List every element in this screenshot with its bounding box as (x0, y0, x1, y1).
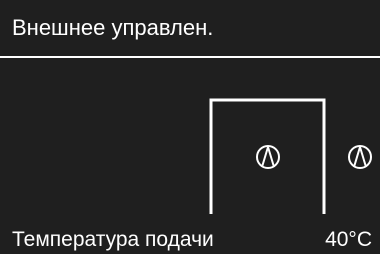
flow-temperature-label: Температура подачи (12, 228, 214, 251)
controller-display: Внешнее управлен. Температура подачи 40°… (0, 0, 380, 254)
header-bar: Внешнее управлен. (0, 0, 380, 56)
circuit-pipe (209, 98, 326, 214)
hydraulic-schematic (209, 98, 372, 214)
pump-icon (256, 145, 280, 169)
flow-temperature-value: 40°C (325, 228, 372, 251)
screen-title: Внешнее управлен. (12, 15, 214, 40)
pump-icon (348, 145, 372, 169)
